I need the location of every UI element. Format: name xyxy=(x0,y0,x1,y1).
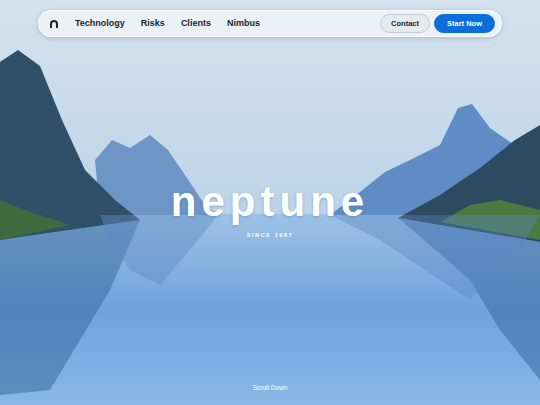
nav-link[interactable]: Nimbus xyxy=(227,18,260,29)
nav-link[interactable]: Technology xyxy=(75,18,125,29)
start-button[interactable]: Start Now xyxy=(434,14,495,33)
nav-link[interactable]: Clients xyxy=(181,18,211,29)
logo-arch-icon[interactable] xyxy=(49,19,59,29)
brand-title: neptune xyxy=(171,181,369,223)
nav-link[interactable]: Risks xyxy=(141,18,165,29)
scroll-hint[interactable]: Scroll Down xyxy=(0,383,540,405)
contact-button[interactable]: Contact xyxy=(380,14,430,33)
top-nav: Technology Risks Clients Nimbus ContactStar… xyxy=(38,10,502,37)
since-label: SINCE 1987 xyxy=(247,231,294,239)
hero-section: Technology Risks Clients Nimbus ContactStar… xyxy=(0,0,540,405)
